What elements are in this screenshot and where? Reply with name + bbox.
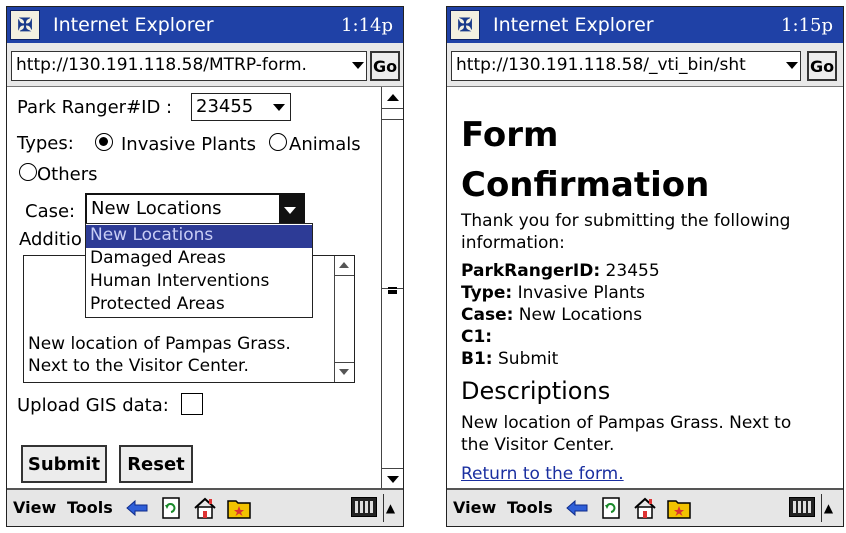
intro-line-1: Thank you for submitting the following (461, 211, 791, 231)
menu-tools[interactable]: Tools (507, 498, 553, 517)
app-title: Internet Explorer (493, 14, 654, 36)
refresh-icon[interactable] (159, 495, 183, 521)
go-button[interactable]: Go (807, 51, 837, 81)
description-line-2: the Visitor Center. (461, 435, 615, 455)
descriptions-heading: Descriptions (461, 377, 611, 405)
field-key: Case: (461, 305, 514, 325)
case-option[interactable]: Human Interventions (86, 271, 312, 294)
keyboard-icon[interactable] (789, 497, 815, 517)
refresh-icon[interactable] (599, 495, 623, 521)
input-panel-up-icon[interactable]: ▲ (821, 494, 835, 522)
favorites-icon[interactable] (667, 495, 691, 521)
description-line: Next to the Visitor Center. (28, 356, 249, 376)
confirmation-content: Form Confirmation Thank you for submitti… (447, 87, 843, 488)
go-button[interactable]: Go (370, 51, 400, 81)
field-row-b1: B1: Submit (461, 349, 558, 369)
case-value: New Locations (91, 198, 222, 219)
scroll-grip-icon (388, 287, 397, 294)
case-option[interactable]: Damaged Areas (86, 248, 312, 271)
title-bar: ✠ Internet Explorer 1:14p (7, 7, 403, 43)
radio-label-animals: Animals (289, 134, 361, 155)
ranger-id-value: 23455 (196, 96, 254, 117)
heading-line-2: Confirmation (461, 165, 710, 205)
upload-gis-label: Upload GIS data: (17, 395, 169, 416)
reset-button[interactable]: Reset (119, 445, 193, 483)
title-bar: ✠ Internet Explorer 1:15p (447, 7, 843, 43)
clock: 1:14p (341, 15, 393, 36)
menu-tools[interactable]: Tools (67, 498, 113, 517)
heading-line-1: Form (461, 115, 559, 155)
description-line-1: New location of Pampas Grass. Next to (461, 413, 792, 433)
textarea-scrollbar[interactable] (334, 256, 354, 382)
scroll-up-icon[interactable] (382, 87, 403, 109)
start-menu-icon[interactable]: ✠ (10, 10, 40, 40)
field-row-c1: C1: (461, 327, 492, 347)
field-value: Invasive Plants (512, 283, 646, 303)
field-row-type: Type: Invasive Plants (461, 283, 645, 303)
address-bar: http://130.191.118.58/_vti_bin/sht Go (447, 43, 843, 87)
case-dropdown-list[interactable]: New Locations Damaged Areas Human Interv… (85, 223, 313, 318)
case-label: Case: (25, 201, 76, 222)
menu-view[interactable]: View (13, 498, 56, 517)
chevron-down-icon (268, 94, 290, 120)
form-screen: ✠ Internet Explorer 1:14p http://130.191… (6, 6, 404, 527)
intro-line-2: information: (461, 233, 565, 253)
ranger-id-select[interactable]: 23455 (191, 93, 291, 121)
radio-invasive-plants[interactable] (95, 133, 113, 151)
submit-button[interactable]: Submit (21, 445, 107, 483)
input-panel-up-icon[interactable]: ▲ (383, 494, 397, 522)
address-field[interactable]: http://130.191.118.58/MTRP-form. (11, 51, 367, 81)
radio-animals[interactable] (269, 133, 287, 151)
radio-label-others: Others (37, 164, 98, 185)
case-select[interactable]: New Locations (85, 193, 305, 225)
field-key: B1: (461, 349, 493, 369)
field-row-case: Case: New Locations (461, 305, 642, 325)
page-scrollbar[interactable] (381, 87, 403, 490)
command-bar: View Tools ▲ (447, 488, 843, 526)
address-bar: http://130.191.118.58/MTRP-form. Go (7, 43, 403, 87)
description-line: New location of Pampas Grass. (28, 334, 291, 354)
form-content: Park Ranger#ID : 23455 Types: Invasive P… (7, 87, 403, 488)
favorites-icon[interactable] (227, 495, 251, 521)
keyboard-icon[interactable] (351, 497, 377, 517)
scroll-up-icon[interactable] (335, 256, 354, 276)
address-field[interactable]: http://130.191.118.58/_vti_bin/sht (451, 51, 801, 81)
upload-gis-checkbox[interactable] (181, 393, 203, 415)
case-option[interactable]: Protected Areas (86, 294, 312, 317)
field-value: Submit (492, 349, 559, 369)
field-key: ParkRangerID: (461, 261, 601, 281)
field-key: C1: (461, 327, 493, 347)
scroll-thumb[interactable] (382, 119, 403, 289)
field-row-ranger-id: ParkRangerID: 23455 (461, 261, 660, 281)
command-bar: View Tools ▲ (7, 488, 403, 526)
back-arrow-icon[interactable] (565, 495, 589, 521)
scroll-down-icon[interactable] (382, 468, 403, 490)
scroll-down-icon[interactable] (335, 362, 354, 382)
field-key: Type: (461, 283, 513, 303)
home-icon[interactable] (193, 495, 217, 521)
address-dropdown-icon[interactable] (786, 62, 798, 69)
confirmation-screen: ✠ Internet Explorer 1:15p http://130.191… (446, 6, 844, 527)
start-menu-icon[interactable]: ✠ (450, 10, 480, 40)
address-dropdown-icon[interactable] (352, 62, 364, 69)
types-label: Types: (17, 133, 74, 154)
menu-view[interactable]: View (453, 498, 496, 517)
home-icon[interactable] (633, 495, 657, 521)
field-value: New Locations (513, 305, 643, 325)
radio-others[interactable] (19, 163, 37, 181)
case-option[interactable]: New Locations (86, 225, 312, 248)
back-arrow-icon[interactable] (125, 495, 149, 521)
address-url: http://130.191.118.58/_vti_bin/sht (456, 55, 746, 75)
address-url: http://130.191.118.58/MTRP-form. (16, 55, 307, 75)
radio-label-invasive-plants: Invasive Plants (121, 134, 256, 155)
chevron-down-icon (279, 195, 303, 223)
additional-label: Additio (19, 229, 82, 250)
clock: 1:15p (781, 15, 833, 36)
field-value: 23455 (600, 261, 660, 281)
return-to-form-link[interactable]: Return to the form. (461, 464, 624, 484)
ranger-id-label: Park Ranger#ID : (17, 97, 173, 118)
app-title: Internet Explorer (53, 14, 214, 36)
